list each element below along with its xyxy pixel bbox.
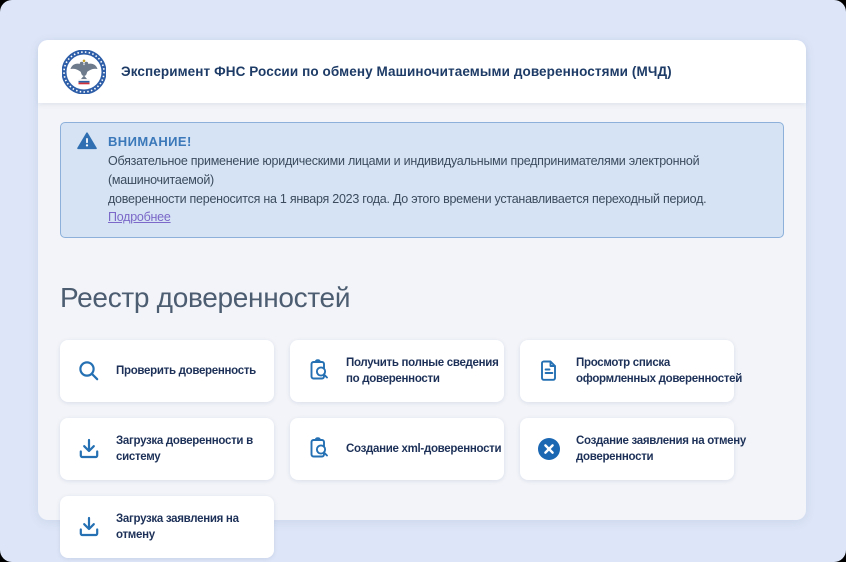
notice-title: ВНИМАНИЕ! xyxy=(108,134,192,149)
action-card[interactable]: Загрузка доверенности в систему xyxy=(60,418,274,480)
action-card[interactable]: Загрузка заявления на отмену xyxy=(60,496,274,558)
action-card-label: Создание xml-доверенности xyxy=(346,441,501,457)
search-icon xyxy=(76,358,102,384)
main-window: Эксперимент ФНС России по обмену Машиноч… xyxy=(38,40,806,520)
notice-banner: ВНИМАНИЕ! Обязательное применение юридич… xyxy=(60,122,784,238)
action-card-label: Загрузка заявления на отмену xyxy=(116,511,239,543)
notice-text-body: Обязательное применение юридическими лиц… xyxy=(108,154,706,206)
document-icon xyxy=(536,358,562,384)
app-title: Эксперимент ФНС России по обмену Машиноч… xyxy=(121,64,672,79)
download-icon xyxy=(76,514,102,540)
action-card[interactable]: Проверить доверенность xyxy=(60,340,274,402)
action-card[interactable]: Получить полные сведения по доверенности xyxy=(290,340,504,402)
russian-flag-icon xyxy=(79,79,90,84)
action-card-label: Проверить доверенность xyxy=(116,363,256,379)
warning-triangle-icon xyxy=(77,132,97,150)
page-title: Реестр доверенностей xyxy=(60,282,784,314)
action-card[interactable]: Создание xml-доверенности xyxy=(290,418,504,480)
document-search-icon xyxy=(306,358,332,384)
action-card[interactable]: Просмотр списка оформленных доверенносте… xyxy=(520,340,734,402)
screen: Эксперимент ФНС России по обмену Машиноч… xyxy=(0,0,846,562)
action-card-label: Загрузка доверенности в систему xyxy=(116,433,253,465)
actions-grid: Проверить доверенность Получить полные св… xyxy=(60,340,784,558)
document-search-icon xyxy=(306,436,332,462)
fns-emblem-logo xyxy=(62,50,106,94)
notice-text: Обязательное применение юридическими лиц… xyxy=(108,152,767,227)
cancel-circle-icon xyxy=(536,436,562,462)
app-header: Эксперимент ФНС России по обмену Машиноч… xyxy=(38,40,806,103)
action-card[interactable]: Создание заявления на отмену доверенност… xyxy=(520,418,734,480)
download-icon xyxy=(76,436,102,462)
action-card-label: Получить полные сведения по доверенности xyxy=(346,355,498,387)
content-area: ВНИМАНИЕ! Обязательное применение юридич… xyxy=(38,103,806,558)
notice-header: ВНИМАНИЕ! xyxy=(77,131,767,151)
more-details-link[interactable]: Подробнее xyxy=(108,210,171,224)
action-card-label: Создание заявления на отмену доверенност… xyxy=(576,433,746,465)
action-card-label: Просмотр списка оформленных доверенносте… xyxy=(576,355,742,387)
